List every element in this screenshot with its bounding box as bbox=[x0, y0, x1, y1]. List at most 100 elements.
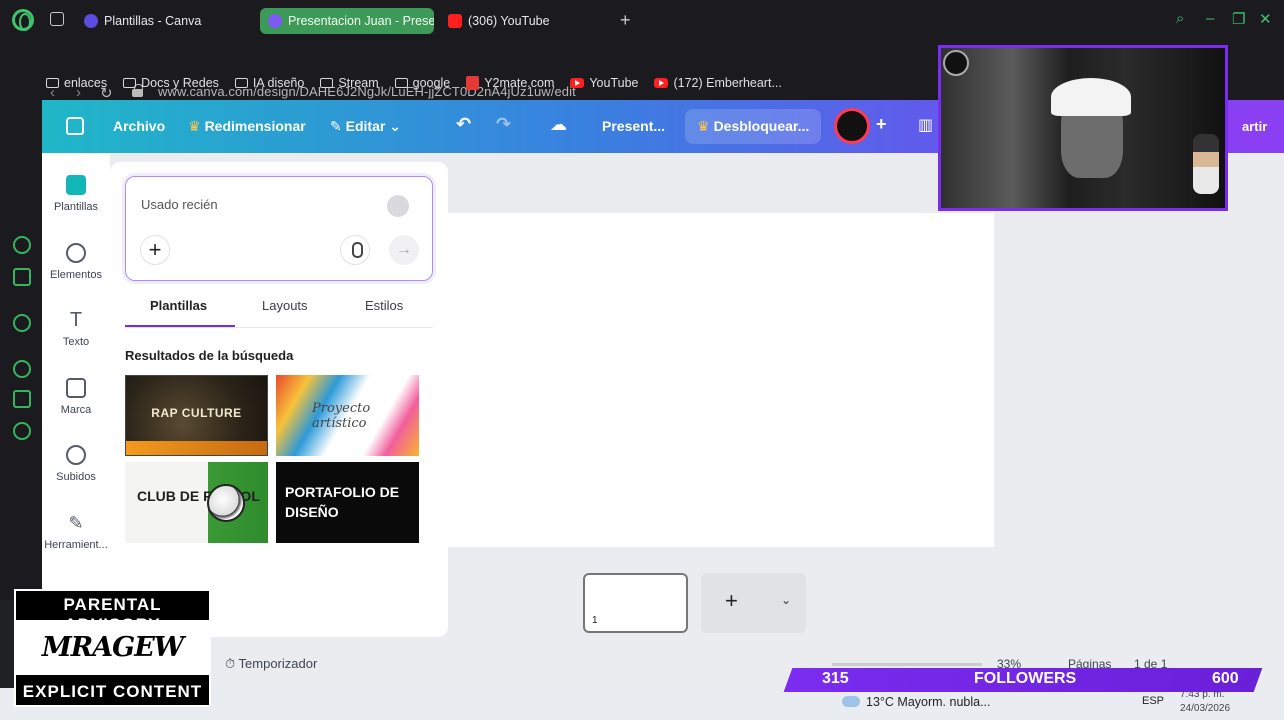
nav-uploads[interactable]: Subidos bbox=[42, 445, 110, 483]
design-canvas[interactable] bbox=[448, 213, 994, 547]
workspaces-icon[interactable] bbox=[50, 12, 64, 26]
template-rap-culture[interactable]: RAP CULTURE bbox=[125, 375, 268, 456]
edit-label: Editar bbox=[345, 118, 386, 134]
nav-label: Plantillas bbox=[53, 201, 99, 213]
system-clock[interactable]: 7:43 p. m. 24/03/2026 bbox=[1180, 688, 1230, 716]
puzzle-icon[interactable] bbox=[13, 390, 31, 408]
bookmark-label: enlaces bbox=[64, 76, 108, 90]
template-title: RAP CULTURE bbox=[151, 406, 242, 420]
home-icon[interactable] bbox=[66, 117, 84, 135]
present-button[interactable]: Present... bbox=[602, 118, 665, 134]
tab-youtube[interactable]: (306) YouTube bbox=[440, 8, 610, 34]
bookmark-emberheart[interactable]: (172) Emberheart... bbox=[654, 74, 782, 92]
chevron-down-icon: ⌄ bbox=[781, 593, 792, 607]
folder-icon bbox=[320, 78, 334, 88]
close-icon[interactable]: ✕ bbox=[1259, 10, 1272, 28]
nav-brand[interactable]: Marca bbox=[42, 378, 110, 416]
maximize-icon[interactable]: ❐ bbox=[1232, 10, 1245, 28]
template-proyecto-artistico[interactable]: Proyecto artístico bbox=[276, 375, 419, 456]
arrow-right-icon[interactable]: → bbox=[389, 235, 419, 265]
parental-advisory-logo: MRAGEW bbox=[16, 620, 209, 675]
template-portafolio-diseno[interactable]: PORTAFOLIO DE DISEÑO bbox=[276, 462, 419, 543]
bookmark-label: Stream bbox=[338, 76, 379, 90]
opera-logo-icon[interactable] bbox=[12, 9, 34, 31]
nav-label: Herramient... bbox=[44, 539, 108, 551]
followers-goal: 600 bbox=[1212, 670, 1239, 687]
templates-icon bbox=[66, 175, 86, 195]
microphone-icon[interactable] bbox=[340, 235, 370, 265]
search-box[interactable]: Usado recién + → bbox=[125, 176, 433, 281]
share-button[interactable]: artir bbox=[1228, 108, 1284, 146]
bookmark-google[interactable]: google bbox=[394, 74, 450, 92]
tab-estilos[interactable]: Estilos bbox=[365, 298, 403, 313]
canva-favicon-icon bbox=[268, 14, 282, 28]
nav-label: Subidos bbox=[56, 471, 96, 483]
resize-label: Redimensionar bbox=[204, 118, 306, 134]
template-club-futbol[interactable]: CLUB DE FÚTBOL bbox=[125, 462, 268, 543]
cloud-saved-icon[interactable]: ☁ bbox=[550, 115, 567, 135]
new-tab-icon[interactable]: + bbox=[620, 10, 631, 31]
unlock-button[interactable]: ♛ Desbloquear... bbox=[697, 118, 809, 135]
youtube-icon bbox=[654, 78, 669, 88]
bookmark-y2mate[interactable]: Y2mate.com bbox=[466, 74, 554, 92]
whatsapp-icon[interactable] bbox=[13, 314, 31, 332]
nav-text[interactable]: T Texto bbox=[42, 310, 110, 348]
zoom-slider[interactable] bbox=[832, 663, 982, 666]
pencil-icon: ✎ bbox=[330, 118, 346, 134]
soccer-ball-icon bbox=[207, 484, 245, 522]
tab-label: Plantillas - Canva bbox=[104, 14, 202, 28]
clear-search-icon[interactable] bbox=[387, 195, 409, 217]
search-tabs-icon[interactable]: ⌕ bbox=[1176, 10, 1184, 27]
redo-icon[interactable]: ↷ bbox=[496, 114, 511, 135]
tab-label: (306) YouTube bbox=[468, 14, 550, 28]
tab-layouts[interactable]: Layouts bbox=[262, 298, 308, 313]
extensions-icon[interactable] bbox=[13, 268, 31, 286]
file-menu-button[interactable]: Archivo bbox=[113, 118, 165, 134]
bookmark-docs-redes[interactable]: Docs y Redes bbox=[123, 74, 219, 92]
language-indicator[interactable]: ESP bbox=[1142, 695, 1164, 707]
folder-icon bbox=[394, 78, 408, 88]
bookmark-label: (172) Emberheart... bbox=[673, 76, 782, 90]
nav-tools[interactable]: ✎ Herramient... bbox=[42, 513, 110, 551]
youtube-icon bbox=[570, 78, 585, 88]
unlock-label: Desbloquear... bbox=[713, 118, 810, 134]
elements-icon bbox=[66, 243, 86, 263]
results-heading: Resultados de la búsqueda bbox=[125, 348, 294, 363]
followers-current: 315 bbox=[822, 670, 849, 687]
search-input[interactable]: Usado recién bbox=[141, 197, 218, 212]
pen-tool-icon: ✎ bbox=[68, 513, 84, 533]
tab-plantillas-canva[interactable]: Plantillas - Canva bbox=[76, 8, 256, 34]
nav-label: Texto bbox=[62, 336, 90, 348]
bookmarks-bar: enlaces Docs y Redes IA diseño Stream go… bbox=[46, 74, 782, 92]
nav-templates[interactable]: Plantillas bbox=[42, 175, 110, 213]
add-page-button[interactable]: + ⌄ bbox=[701, 573, 806, 633]
folder-icon bbox=[46, 78, 59, 88]
followers-label: FOLLOWERS bbox=[974, 670, 1077, 687]
insights-icon[interactable]: ▥ bbox=[918, 115, 933, 135]
page-thumbnail[interactable]: 1 bbox=[583, 573, 688, 633]
add-icon[interactable]: + bbox=[140, 235, 170, 265]
tab-strip: Plantillas - Canva Presentacion Juan - P… bbox=[0, 0, 1284, 40]
settings-gear-icon[interactable] bbox=[13, 422, 31, 440]
weather-widget[interactable]: 13°C Mayorm. nubla... bbox=[842, 695, 991, 709]
tab-plantillas[interactable]: Plantillas bbox=[150, 298, 207, 313]
tab-presentacion-juan[interactable]: Presentacion Juan - Prese bbox=[260, 8, 434, 34]
edit-menu-button[interactable]: ✎ Editar ⌄ bbox=[330, 118, 401, 135]
bookmark-enlaces[interactable]: enlaces bbox=[46, 74, 107, 92]
user-avatar[interactable] bbox=[834, 108, 870, 144]
undo-icon[interactable]: ↶ bbox=[456, 114, 471, 135]
parental-advisory-badge: PARENTAL ADVISORY MRAGEW EXPLICIT CONTEN… bbox=[14, 589, 211, 707]
text-icon: T bbox=[69, 309, 83, 331]
webcam-overlay bbox=[938, 45, 1228, 211]
panel-tabs: Plantillas Layouts Estilos bbox=[125, 298, 433, 328]
bookmark-label: Y2mate.com bbox=[484, 76, 555, 90]
nav-elements[interactable]: Elementos bbox=[42, 243, 110, 281]
history-icon[interactable] bbox=[13, 360, 31, 378]
bookmark-ia-diseno[interactable]: IA diseño bbox=[234, 74, 304, 92]
bookmark-stream[interactable]: Stream bbox=[320, 74, 379, 92]
bookmark-youtube[interactable]: YouTube bbox=[570, 74, 638, 92]
aria-icon[interactable] bbox=[13, 236, 31, 254]
minimize-icon[interactable]: – bbox=[1206, 10, 1214, 27]
add-collaborator-icon[interactable]: + bbox=[876, 114, 887, 135]
resize-button[interactable]: ♛ Redimensionar bbox=[188, 118, 306, 135]
